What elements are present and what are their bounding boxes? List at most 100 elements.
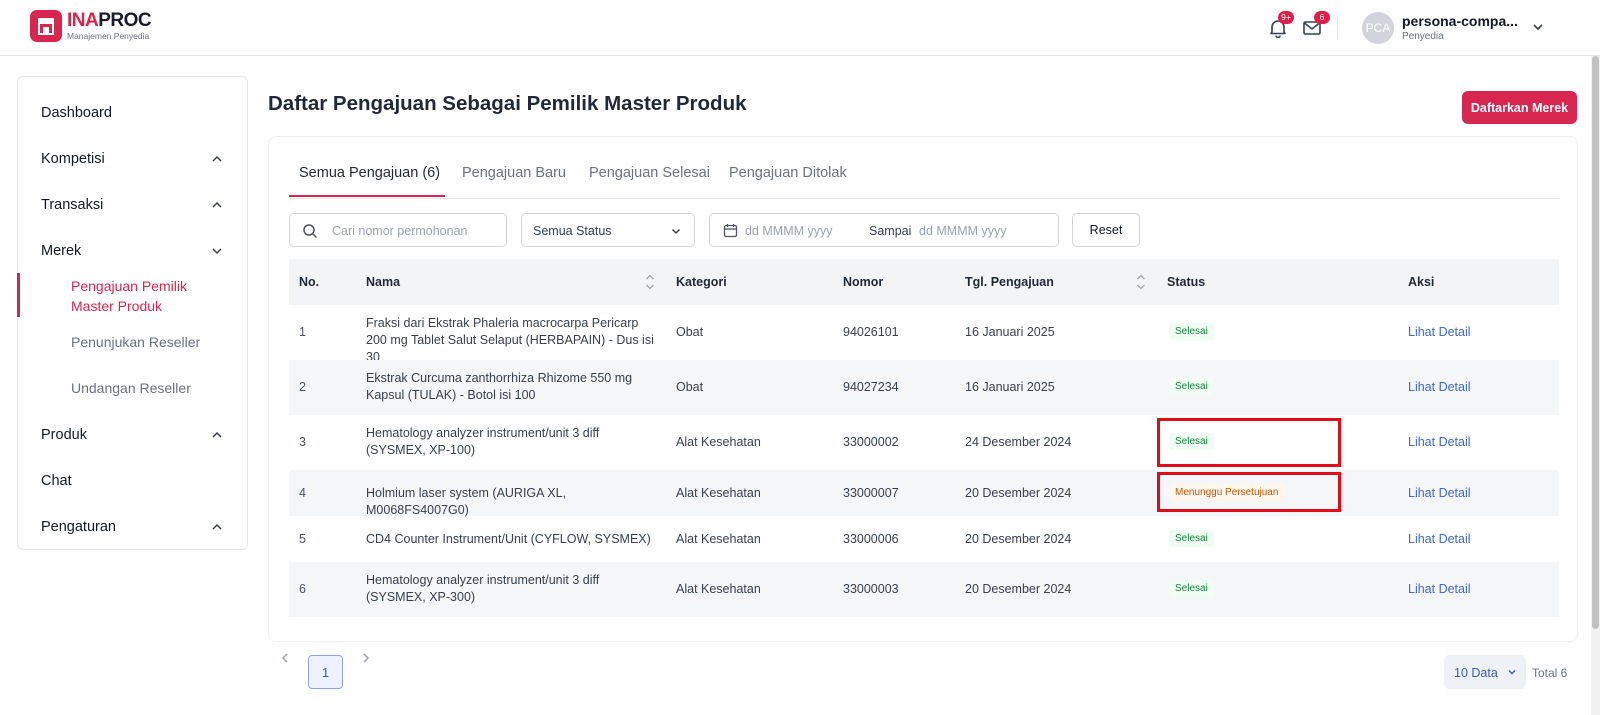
row-number: 5 <box>299 532 306 546</box>
tab-bar: Semua Pengajuan (6) Pengajuan Baru Penga… <box>289 137 1559 199</box>
sidebar-subitem-undangan-reseller[interactable]: Undangan Reseller <box>71 378 191 398</box>
calendar-icon <box>723 224 738 238</box>
sidebar-subitem-penunjukan-reseller[interactable]: Penunjukan Reseller <box>71 332 200 352</box>
column-header-nama[interactable]: Nama <box>366 275 400 289</box>
row-nama: Hematology analyzer instrument/unit 3 di… <box>366 426 600 457</box>
tab-pengajuan-ditolak[interactable]: Pengajuan Ditolak <box>729 165 847 181</box>
column-header-aksi: Aksi <box>1408 275 1435 289</box>
page-scrollbar[interactable] <box>1591 56 1600 715</box>
row-nama: CD4 Counter Instrument/Unit (CYFLOW, SYS… <box>366 532 651 546</box>
user-name[interactable]: persona-compa... <box>1402 13 1522 29</box>
row-tanggal: 20 Desember 2024 <box>965 532 1072 546</box>
table-row: 3 Hematology analyzer instrument/unit 3 … <box>289 415 1559 470</box>
tab-pengajuan-selesai[interactable]: Pengajuan Selesai <box>589 165 710 181</box>
logo-title-part1: INA <box>67 10 99 31</box>
row-nama: Fraksi dari Ekstrak Phaleria macrocarpa … <box>366 316 654 364</box>
table-row: 5 CD4 Counter Instrument/Unit (CYFLOW, S… <box>289 516 1559 562</box>
page-title: Daftar Pengajuan Sebagai Pemilik Master … <box>268 92 747 115</box>
chevron-up-icon[interactable] <box>210 198 224 212</box>
row-number: 3 <box>299 435 306 449</box>
chevron-right-icon[interactable] <box>359 651 373 665</box>
row-nama: Holmium laser system (AURIGA XL, M0068FS… <box>366 486 567 517</box>
status-badge: Selesai <box>1169 323 1214 340</box>
row-nomor: 94027234 <box>843 380 899 394</box>
row-kategori: Alat Kesehatan <box>676 486 761 500</box>
date-separator: Sampai <box>869 224 912 238</box>
reset-button[interactable]: Reset <box>1072 213 1140 247</box>
lihat-detail-link[interactable]: Lihat Detail <box>1408 531 1471 548</box>
sort-icon[interactable] <box>644 272 656 292</box>
lihat-detail-link[interactable]: Lihat Detail <box>1408 434 1471 451</box>
chevron-left-icon[interactable] <box>278 651 292 665</box>
row-kategori: Alat Kesehatan <box>676 582 761 596</box>
logo-subtitle: Manajemen Penyedia <box>67 31 150 41</box>
inbox-button[interactable]: 6 <box>1302 11 1330 40</box>
chevron-up-icon[interactable] <box>210 520 224 534</box>
status-badge: Selesai <box>1169 580 1214 597</box>
lihat-detail-link[interactable]: Lihat Detail <box>1408 379 1471 396</box>
status-select[interactable]: Semua Status <box>521 213 695 247</box>
sidebar-item-produk[interactable]: Produk <box>41 427 87 443</box>
inbox-badge: 6 <box>1314 11 1330 24</box>
per-page-value: 10 Data <box>1454 666 1498 680</box>
table-row: 1 Fraksi dari Ekstrak Phaleria macrocarp… <box>289 305 1559 364</box>
row-nomor: 33000002 <box>843 435 899 449</box>
row-nomor: 33000006 <box>843 532 899 546</box>
column-header-tanggal[interactable]: Tgl. Pengajuan <box>965 275 1054 289</box>
chevron-down-icon <box>1508 670 1516 675</box>
row-number: 6 <box>299 582 306 596</box>
row-tanggal: 20 Desember 2024 <box>965 582 1072 596</box>
row-tanggal: 24 Desember 2024 <box>965 435 1072 449</box>
table-row: 4 Holmium laser system (AURIGA XL, M0068… <box>289 470 1559 517</box>
logo-title-part2: PROC <box>98 10 152 31</box>
date-from-placeholder: dd MMMM yyyy <box>745 224 833 238</box>
total-count: Total 6 <box>1532 666 1568 680</box>
chevron-down-icon[interactable] <box>210 244 224 258</box>
daftarkan-merek-button[interactable]: Daftarkan Merek <box>1462 91 1577 124</box>
avatar[interactable]: PCA <box>1362 12 1394 44</box>
row-number: 2 <box>299 380 306 394</box>
sidebar-item-kompetisi[interactable]: Kompetisi <box>41 151 105 167</box>
tab-semua-pengajuan[interactable]: Semua Pengajuan (6) <box>299 165 440 181</box>
pagination-page[interactable]: 1 <box>308 655 343 689</box>
active-indicator <box>17 273 20 317</box>
column-header-nomor: Nomor <box>843 275 884 289</box>
sidebar-item-dashboard[interactable]: Dashboard <box>41 105 112 121</box>
table-header: No. Nama Kategori Nomor Tgl. Pengajuan S… <box>289 259 1559 305</box>
per-page-select[interactable]: 10 Data <box>1444 655 1526 689</box>
search-placeholder: Cari nomor permohonan <box>332 224 468 238</box>
chevron-up-icon[interactable] <box>210 428 224 442</box>
row-nomor: 94026101 <box>843 325 899 339</box>
notification-badge: 9+ <box>1278 11 1294 24</box>
sort-icon[interactable] <box>1135 272 1147 292</box>
date-range-input[interactable]: dd MMMM yyyy Sampai dd MMMM yyyy <box>709 213 1059 247</box>
highlight-box <box>1157 472 1341 512</box>
sidebar-subitem-pengajuan-pemilik[interactable]: Pengajuan Pemilik Master Produk <box>71 276 221 316</box>
sidebar-item-transaksi[interactable]: Transaksi <box>41 197 103 213</box>
search-icon <box>303 224 318 239</box>
row-number: 1 <box>299 325 306 339</box>
lihat-detail-link[interactable]: Lihat Detail <box>1408 485 1471 502</box>
logo-title: INAPROC <box>67 10 152 31</box>
search-input[interactable]: Cari nomor permohonan <box>289 213 507 247</box>
store-icon <box>30 10 62 42</box>
notification-button[interactable]: 9+ <box>1268 11 1294 40</box>
chevron-down-icon[interactable] <box>1531 20 1545 34</box>
row-nama: Ekstrak Curcuma zanthorrhiza Rhizome 550… <box>366 371 633 402</box>
scrollbar-thumb[interactable] <box>1592 56 1599 629</box>
sidebar-item-chat[interactable]: Chat <box>41 473 72 489</box>
row-tanggal: 20 Desember 2024 <box>965 486 1072 500</box>
header-divider <box>1337 16 1338 40</box>
inaproc-logo[interactable]: INAPROC Manajemen Penyedia <box>30 10 152 42</box>
row-kategori: Alat Kesehatan <box>676 532 761 546</box>
table-row: 2 Ekstrak Curcuma zanthorrhiza Rhizome 5… <box>289 360 1559 415</box>
sidebar-item-pengaturan[interactable]: Pengaturan <box>41 519 116 535</box>
tab-pengajuan-baru[interactable]: Pengajuan Baru <box>462 165 566 181</box>
lihat-detail-link[interactable]: Lihat Detail <box>1408 324 1471 341</box>
row-kategori: Alat Kesehatan <box>676 435 761 449</box>
active-tab-underline <box>289 195 445 197</box>
lihat-detail-link[interactable]: Lihat Detail <box>1408 581 1471 598</box>
chevron-up-icon[interactable] <box>210 152 224 166</box>
row-kategori: Obat <box>676 380 704 394</box>
sidebar-item-merek[interactable]: Merek <box>41 243 81 259</box>
